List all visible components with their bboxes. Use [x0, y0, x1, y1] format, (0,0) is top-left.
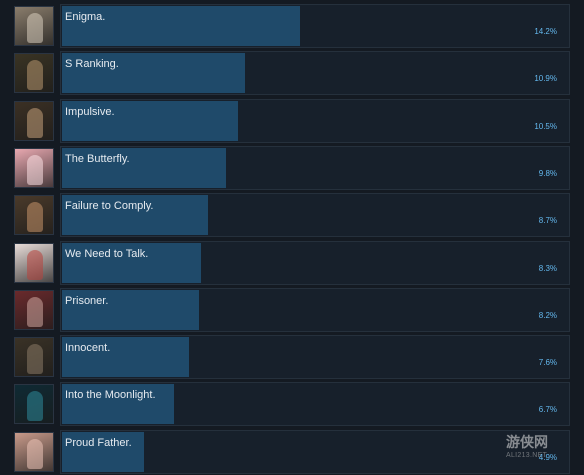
achievement-name: We Need to Talk. — [65, 247, 149, 260]
achievement-icon-figure — [27, 154, 43, 185]
achievement-icon-figure — [27, 296, 43, 327]
watermark-subtext: ALI213.NET — [506, 452, 548, 459]
watermark-text: 游侠网 — [506, 434, 548, 450]
achievement-icon — [14, 6, 54, 46]
achievement-icon-figure — [27, 202, 43, 233]
achievement-percent: 10.5% — [534, 121, 557, 131]
achievement-icon — [14, 53, 54, 94]
achievement-icon — [14, 289, 54, 330]
watermark: 游侠网 ALI213.NET — [506, 432, 548, 459]
achievement-percent: 8.3% — [538, 263, 557, 273]
achievement-progress-panel: Prisoner. 8.2% — [60, 287, 570, 332]
achievement-percent: 7.6% — [538, 358, 557, 368]
achievement-percent: 9.8% — [538, 168, 557, 178]
achievement-progress-panel: We Need to Talk. 8.3% — [60, 240, 570, 285]
achievement-list: Enigma. 14.2% S Ranking. 10.9% Impulsive. 10.… — [0, 0, 584, 475]
achievement-percent: 8.7% — [538, 216, 557, 226]
achievement-row[interactable]: Failure to Comply. 8.7% — [0, 193, 584, 238]
achievement-name: Proud Father. — [65, 436, 132, 449]
achievement-icon-figure — [27, 391, 43, 422]
achievement-icon-figure — [27, 107, 43, 138]
achievement-row[interactable]: Enigma. 14.2% — [0, 4, 584, 48]
achievement-icon-figure — [27, 249, 43, 280]
achievement-row[interactable]: Prisoner. 8.2% — [0, 287, 584, 332]
achievement-row[interactable]: The Butterfly. 9.8% — [0, 145, 584, 190]
achievement-icon — [14, 147, 54, 188]
achievement-percent: 14.2% — [534, 27, 557, 36]
achievement-icon — [14, 100, 54, 141]
achievement-name: Enigma. — [65, 11, 106, 23]
achievement-icon — [14, 195, 54, 236]
achievement-icon-figure — [27, 60, 43, 91]
achievement-progress-panel: Failure to Comply. 8.7% — [60, 193, 570, 238]
achievement-percent: 10.9% — [534, 74, 557, 84]
achievement-icon-figure — [27, 13, 43, 43]
achievement-progress-panel: Enigma. 14.2% — [60, 4, 570, 48]
achievement-percent: 8.2% — [538, 310, 557, 320]
achievement-row[interactable]: Into the Moonlight. 6.7% — [0, 382, 584, 427]
achievement-row[interactable]: Impulsive. 10.5% — [0, 98, 584, 143]
achievement-icon — [14, 337, 54, 378]
achievement-row[interactable]: Proud Father. 4.9% — [0, 429, 584, 474]
achievement-percent: 6.7% — [538, 405, 557, 415]
achievement-name: Innocent. — [65, 342, 111, 355]
achievement-name: Into the Moonlight. — [65, 389, 156, 402]
achievement-row[interactable]: S Ranking. 10.9% — [0, 51, 584, 96]
achievement-name: Failure to Comply. — [65, 200, 154, 213]
achievement-progress-panel: Impulsive. 10.5% — [60, 98, 570, 143]
achievement-name: Prisoner. — [65, 294, 109, 307]
achievement-progress-panel: The Butterfly. 9.8% — [60, 145, 570, 190]
achievement-icon-figure — [27, 438, 43, 469]
achievement-row[interactable]: We Need to Talk. 8.3% — [0, 240, 584, 285]
achievement-icon — [14, 242, 54, 283]
achievement-name: Impulsive. — [65, 105, 115, 118]
achievement-progress-panel: Into the Moonlight. 6.7% — [60, 382, 570, 427]
achievement-row[interactable]: Innocent. 7.6% — [0, 335, 584, 380]
achievement-progress-panel: Proud Father. 4.9% — [60, 429, 570, 474]
achievement-icon — [14, 431, 54, 472]
achievement-progress-panel: Innocent. 7.6% — [60, 335, 570, 380]
achievement-icon — [14, 384, 54, 425]
achievement-icon-figure — [27, 344, 43, 375]
achievement-name: S Ranking. — [65, 58, 119, 71]
achievement-name: The Butterfly. — [65, 152, 130, 165]
achievement-progress-panel: S Ranking. 10.9% — [60, 51, 570, 96]
